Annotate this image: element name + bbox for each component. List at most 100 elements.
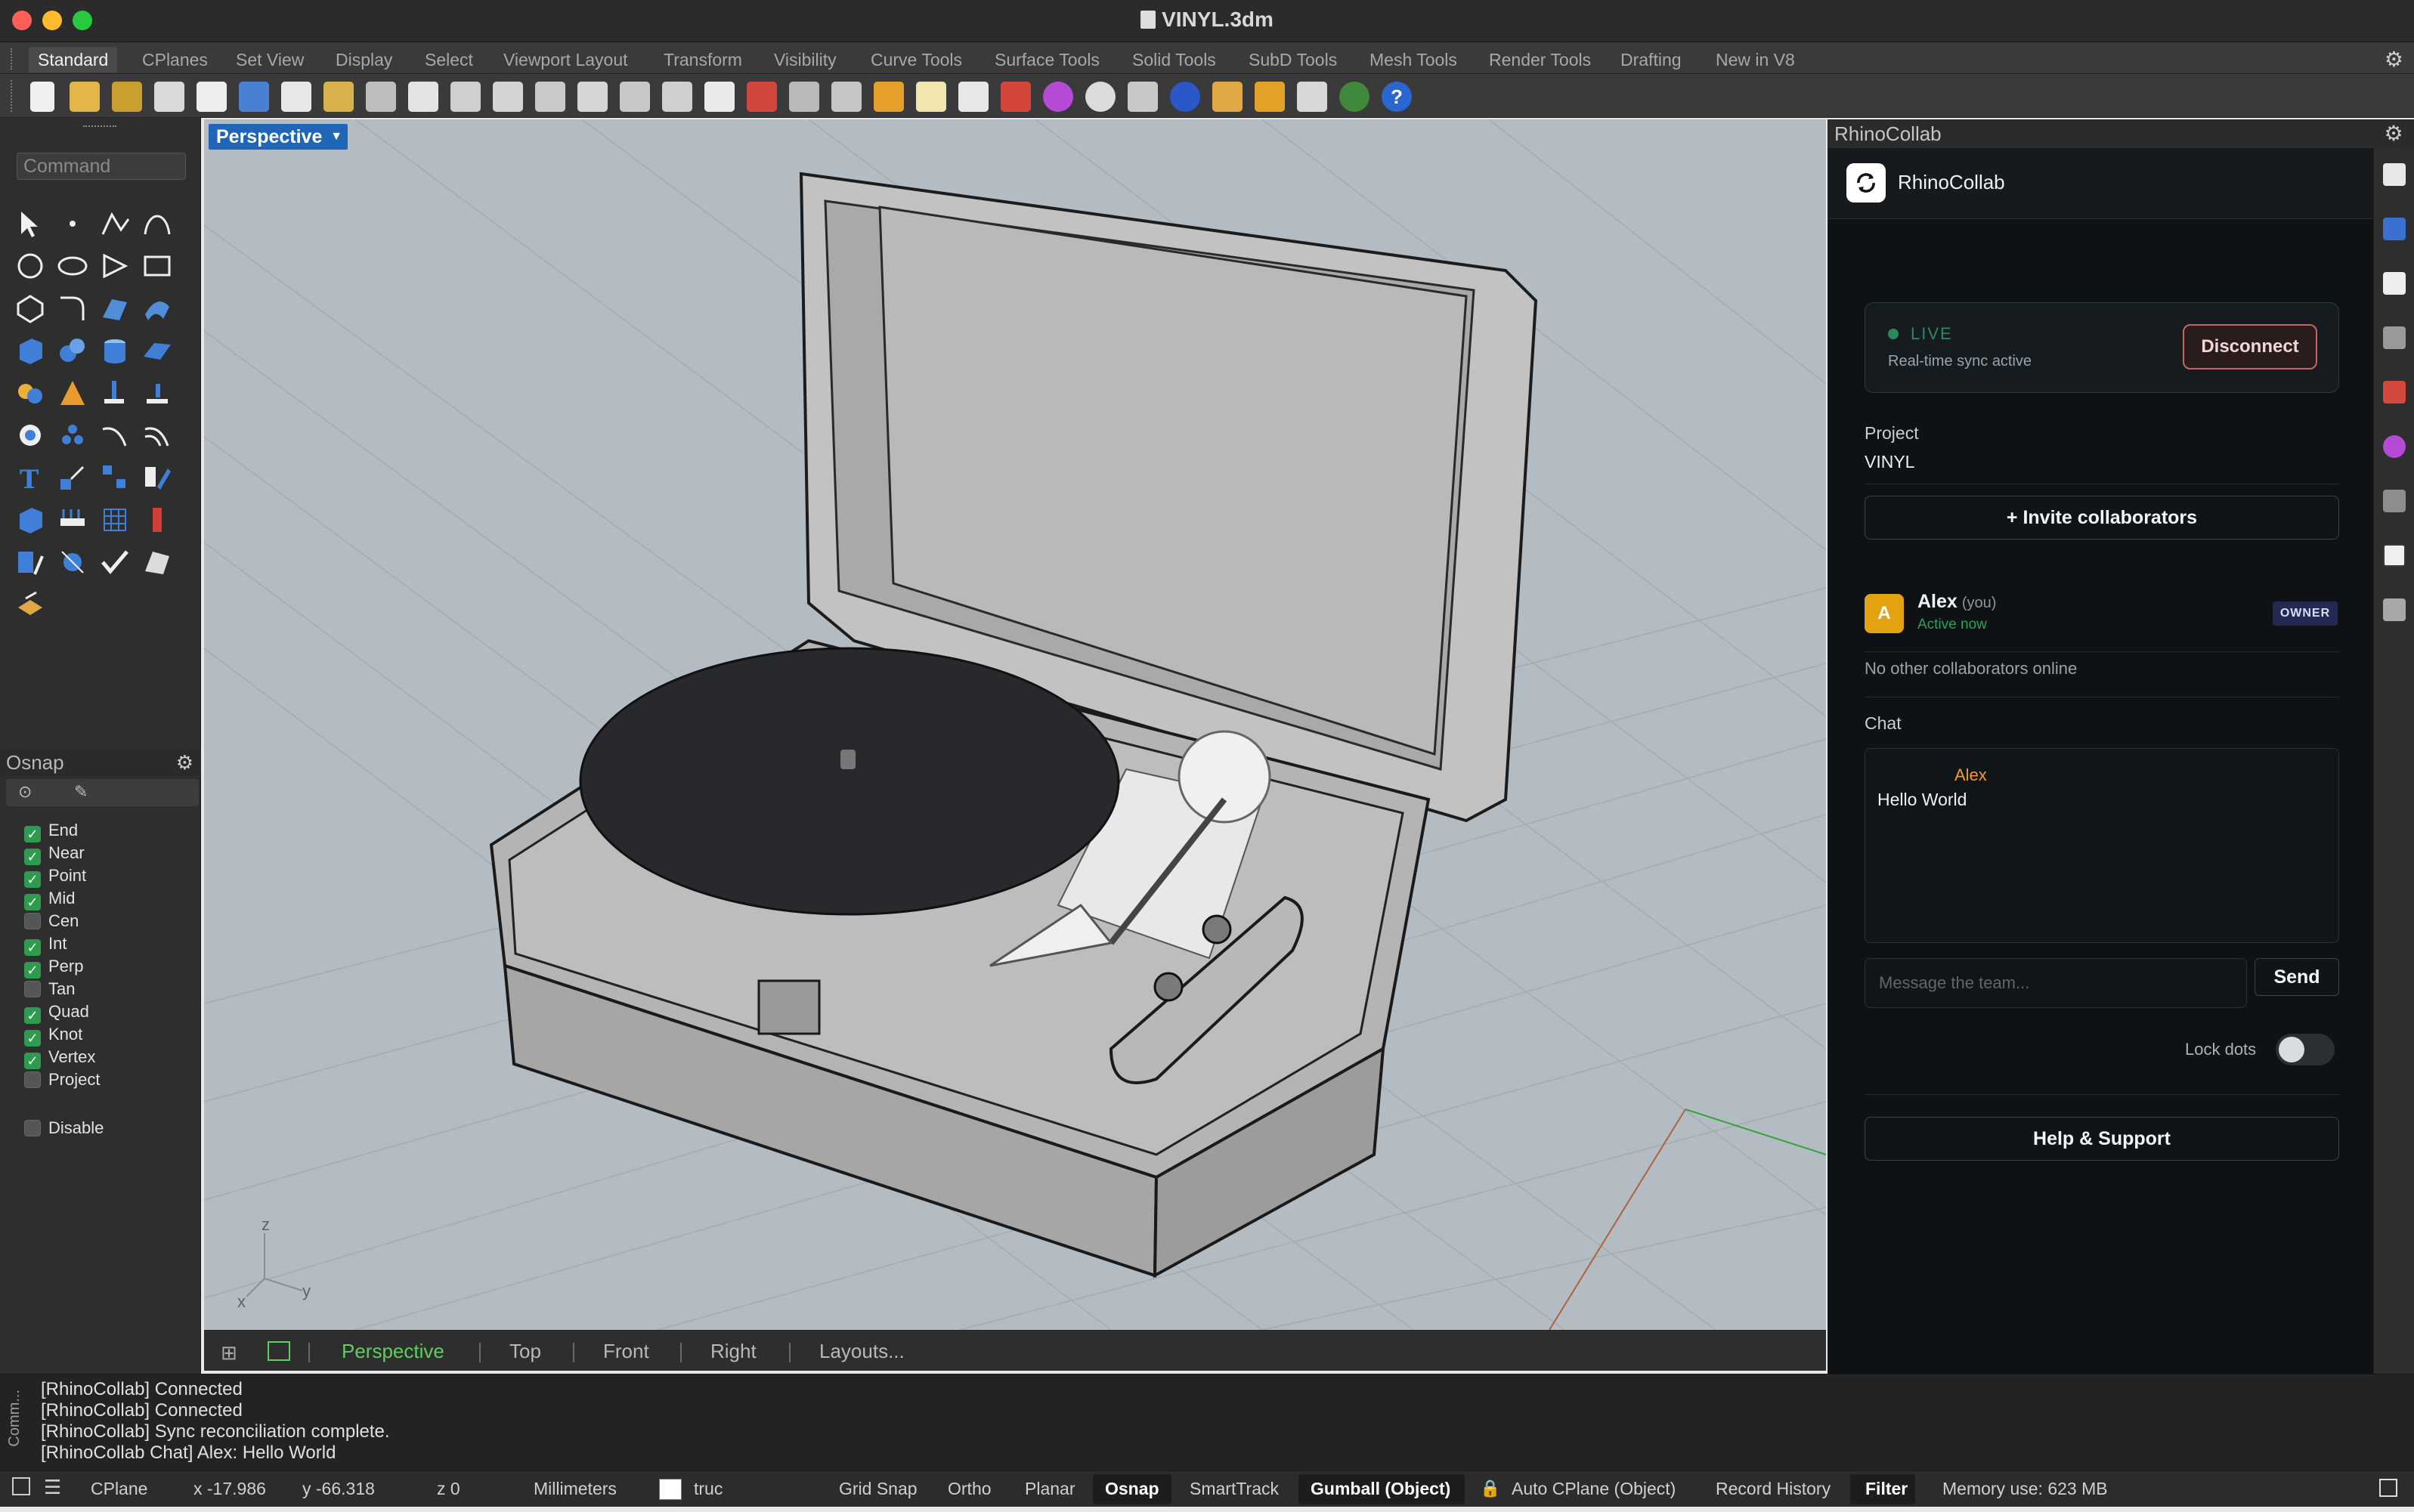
tab-drafting[interactable]: Drafting (1611, 47, 1691, 73)
polyline-icon[interactable] (98, 207, 132, 240)
osnap-filter-icon[interactable]: ✎ (74, 782, 88, 802)
checkbox-checked-icon[interactable]: ✓ (24, 849, 41, 865)
current-layer[interactable]: truc (694, 1479, 723, 1499)
cplane-icon[interactable] (831, 82, 862, 112)
osnap-project[interactable]: Project (24, 1070, 100, 1090)
chat-messages[interactable]: Alex Hello World (1865, 748, 2339, 943)
open-folder-icon[interactable] (70, 82, 100, 112)
help-panel-icon[interactable] (2383, 218, 2406, 240)
ellipse-icon[interactable] (56, 249, 89, 283)
osnap-end[interactable]: ✓ End (24, 821, 78, 843)
display-mode-icon[interactable] (2383, 490, 2406, 512)
color-wheel-icon[interactable] (1043, 82, 1073, 112)
tab-new-in-v8[interactable]: New in V8 (1707, 47, 1804, 73)
osnap-target-icon[interactable]: ⊙ (18, 782, 32, 802)
dimension-icon[interactable] (1297, 82, 1327, 112)
tab-display[interactable]: Display (327, 47, 401, 73)
command-history-tab[interactable]: Comm... (6, 1390, 23, 1447)
checkbox-checked-icon[interactable]: ✓ (24, 1007, 41, 1024)
edit-pencil-icon[interactable] (141, 461, 174, 494)
smarttrack-toggle[interactable]: SmartTrack (1190, 1479, 1279, 1499)
render-sphere-icon[interactable] (1170, 82, 1200, 112)
layer-color-swatch[interactable] (659, 1479, 682, 1500)
render-view-icon[interactable] (14, 588, 47, 621)
planar-toggle[interactable]: Planar (1025, 1479, 1075, 1499)
gear-icon[interactable]: ⚙ (2385, 47, 2403, 72)
ortho-toggle[interactable]: Ortho (948, 1479, 992, 1499)
curve-icon[interactable] (141, 207, 174, 240)
list-icon[interactable]: ☰ (44, 1476, 61, 1499)
text-icon[interactable]: T (14, 461, 47, 495)
tab-perspective[interactable]: Perspective (342, 1340, 444, 1363)
grid-icon[interactable] (98, 503, 132, 536)
arc-icon[interactable] (98, 249, 132, 283)
grid-snap-toggle[interactable]: Grid Snap (839, 1479, 918, 1499)
scale-icon[interactable] (56, 461, 89, 494)
grip-handle[interactable] (11, 48, 15, 70)
invite-collaborators-button[interactable]: + Invite collaborators (1865, 496, 2339, 540)
library-icon[interactable] (2383, 598, 2406, 621)
osnap-vertex[interactable]: ✓ Vertex (24, 1047, 95, 1069)
disconnect-button[interactable]: Disconnect (2183, 324, 2317, 369)
ruler-icon[interactable] (141, 503, 174, 536)
print-icon[interactable] (154, 82, 184, 112)
cut-icon[interactable] (239, 82, 269, 112)
color-wheel-icon[interactable] (2383, 435, 2406, 458)
osnap-toggle[interactable]: Osnap (1105, 1479, 1159, 1499)
fillet-curve-icon[interactable] (56, 292, 89, 325)
tab-layouts[interactable]: Layouts... (819, 1340, 905, 1363)
viewport-title[interactable]: Perspective (209, 124, 330, 150)
tab-standard[interactable]: Standard (29, 47, 118, 73)
undo-icon[interactable] (366, 82, 396, 112)
rectangle-icon[interactable] (141, 249, 174, 283)
tab-subd-tools[interactable]: SubD Tools (1239, 47, 1346, 73)
pan-hand-icon[interactable] (408, 82, 438, 112)
osnap-perp[interactable]: ✓ Perp (24, 957, 83, 979)
tab-mesh-tools[interactable]: Mesh Tools (1360, 47, 1466, 73)
checkbox-checked-icon[interactable]: ✓ (24, 1030, 41, 1047)
osnap-cen[interactable]: Cen (24, 911, 79, 931)
copy-icon[interactable] (281, 82, 311, 112)
maximize-viewport-icon[interactable] (268, 1341, 290, 1361)
save-icon[interactable] (112, 82, 142, 112)
osnap-quad[interactable]: ✓ Quad (24, 1002, 89, 1024)
undo-view-icon[interactable] (662, 82, 692, 112)
osnap-int[interactable]: ✓ Int (24, 934, 67, 956)
properties-icon[interactable] (2383, 163, 2406, 186)
select-arrow-icon[interactable] (14, 207, 47, 240)
osnap-knot[interactable]: ✓ Knot (24, 1025, 82, 1047)
point-icon[interactable] (56, 207, 89, 240)
auto-cplane-toggle[interactable]: Auto CPlane (Object) (1512, 1479, 1676, 1499)
units-status[interactable]: Millimeters (534, 1479, 617, 1499)
tab-render-tools[interactable]: Render Tools (1480, 47, 1600, 73)
import-icon[interactable] (197, 82, 227, 112)
viewport-grid-icon[interactable]: ⊞ (221, 1341, 237, 1365)
osnap-point[interactable]: ✓ Point (24, 866, 86, 888)
cylinder-icon[interactable] (98, 334, 132, 367)
checkbox-checked-icon[interactable]: ✓ (24, 1053, 41, 1069)
array-points-icon[interactable] (56, 419, 89, 452)
rhinocollab-panel-icon[interactable] (2383, 544, 2406, 567)
tab-cplanes[interactable]: CPlanes (133, 47, 217, 73)
tab-viewport-layout[interactable]: Viewport Layout (494, 47, 637, 73)
sweep-icon[interactable] (141, 292, 174, 325)
transform-icon[interactable] (56, 546, 89, 579)
globe-icon[interactable] (1339, 82, 1369, 112)
group-icon[interactable] (14, 419, 47, 452)
new-file-icon[interactable] (30, 82, 54, 112)
boolean-icon[interactable] (14, 376, 47, 410)
tab-curve-tools[interactable]: Curve Tools (862, 47, 971, 73)
offset-icon[interactable] (141, 419, 174, 452)
perspective-viewport[interactable]: Perspective ▼ z y x (204, 119, 1826, 1330)
maximize-icon[interactable] (2379, 1479, 2397, 1497)
chat-message-input[interactable]: Message the team... (1865, 958, 2247, 1008)
checkbox-checked-icon[interactable]: ✓ (24, 962, 41, 979)
paste-icon[interactable] (323, 82, 354, 112)
grip-handle[interactable] (83, 125, 116, 130)
rotate-view-icon[interactable] (450, 82, 481, 112)
camera-icon[interactable] (2383, 326, 2406, 349)
tab-top[interactable]: Top (509, 1340, 541, 1363)
osnap-disable[interactable]: Disable (24, 1118, 104, 1138)
lock-dots-toggle[interactable] (2276, 1034, 2335, 1065)
split-icon[interactable] (141, 376, 174, 410)
